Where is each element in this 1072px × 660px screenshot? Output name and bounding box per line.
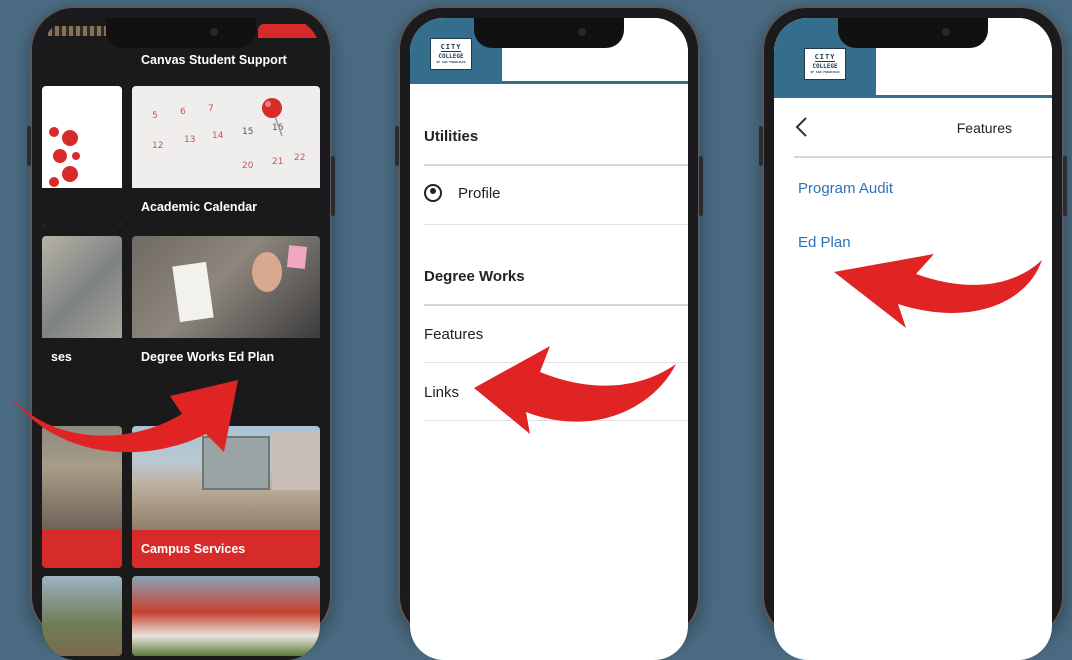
phone-2: CITY COLLEGE OF SAN FRANCISCO Utilities … <box>395 6 703 660</box>
ccsf-logo: CITY COLLEGE OF SAN FRANCISCO <box>430 38 472 70</box>
link-program-audit[interactable]: Program Audit <box>798 180 893 197</box>
pointer-arrow-icon <box>834 254 1042 328</box>
svg-text:12: 12 <box>152 141 163 151</box>
ccsf-logo: CITY COLLEGE OF SAN FRANCISCO <box>804 48 846 80</box>
side-button <box>331 156 335 216</box>
phone-1-screen: Canvas Student Support ses 5 6 7 12 13 1… <box>42 18 320 660</box>
tile-partial-red <box>258 24 318 38</box>
phone-2-screen: CITY COLLEGE OF SAN FRANCISCO Utilities … <box>410 18 688 660</box>
phone-3: CITY COLLEGE OF SAN FRANCISCO Features P… <box>759 6 1067 660</box>
svg-text:15: 15 <box>242 127 253 137</box>
tile-partial-bottom-left[interactable] <box>42 576 122 656</box>
divider <box>424 224 688 225</box>
chevron-left-icon[interactable] <box>794 116 808 138</box>
side-button <box>27 126 31 166</box>
svg-text:5: 5 <box>152 111 158 121</box>
tile-canvas-logo[interactable] <box>42 86 122 226</box>
tile-athletics[interactable] <box>132 576 320 656</box>
profile-icon <box>424 184 442 202</box>
menu-item-profile[interactable]: Profile <box>424 184 501 202</box>
divider <box>424 304 688 306</box>
pointer-arrow-icon <box>474 346 676 434</box>
notch <box>838 18 988 48</box>
calendar-image: 567 1213 14 20 21 22 15 16 <box>152 98 305 171</box>
tile-label: Campus Services <box>132 530 320 568</box>
phone-1: Canvas Student Support ses 5 6 7 12 13 1… <box>8 6 335 660</box>
section-degree-works: Degree Works <box>424 268 525 285</box>
tile-courses[interactable]: ses <box>42 236 122 376</box>
svg-text:14: 14 <box>212 131 224 141</box>
svg-text:22: 22 <box>294 153 305 163</box>
tile-academic-calendar[interactable]: 567 12 13 14 20 21 22 15 16 Academic Calendar <box>132 86 320 226</box>
section-utilities: Utilities <box>424 128 479 145</box>
tile-degree-works-ed-plan[interactable]: Degree Works Ed Plan <box>132 236 320 376</box>
menu-item-label: Profile <box>458 184 501 202</box>
tile-label: Academic Calendar <box>141 200 258 214</box>
page-title: Features <box>956 120 1012 136</box>
divider <box>424 164 688 166</box>
menu-item-features[interactable]: Features <box>424 326 483 343</box>
svg-text:20: 20 <box>242 161 254 171</box>
nav-bar: Features <box>774 108 1052 156</box>
svg-text:6: 6 <box>180 107 186 117</box>
svg-text:13: 13 <box>184 135 195 145</box>
notch <box>106 18 256 48</box>
notch <box>474 18 624 48</box>
svg-text:7: 7 <box>208 104 214 114</box>
svg-text:21: 21 <box>272 157 283 167</box>
pointer-arrow-icon <box>8 380 238 453</box>
divider <box>794 156 1052 158</box>
